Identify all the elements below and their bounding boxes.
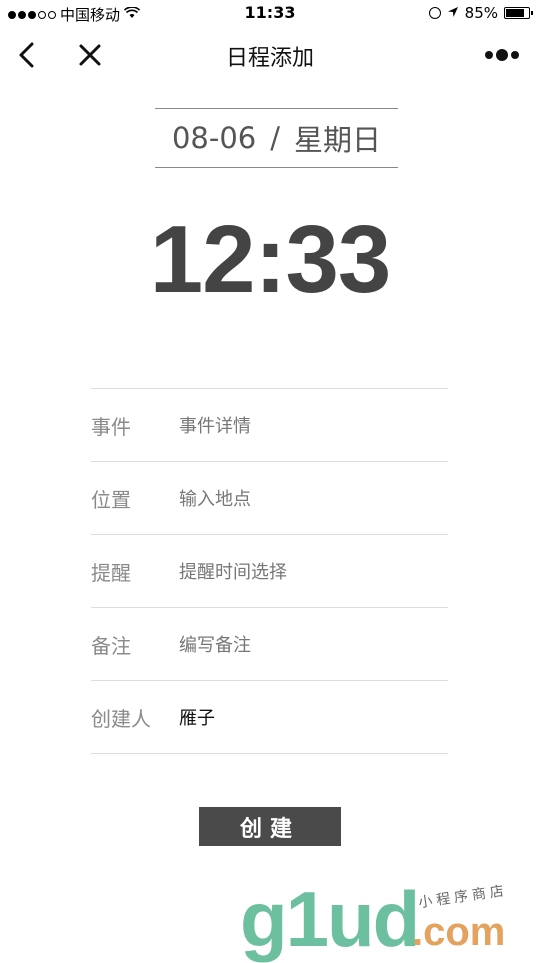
rotation-lock-icon — [428, 7, 441, 19]
event-label: 事件 — [91, 414, 131, 439]
creator-value: 雁子 — [179, 708, 215, 729]
form-row-location[interactable]: 位置 输入地点 — [91, 462, 448, 535]
more-icon[interactable] — [484, 43, 520, 67]
form-row-event[interactable]: 事件 事件详情 — [91, 389, 448, 462]
watermark: g1ud 小程序商店 .com — [240, 880, 540, 960]
form-row-creator: 创建人 雁子 — [91, 681, 448, 754]
date-display[interactable]: 08-06 / 星期日 — [155, 108, 398, 168]
note-label: 备注 — [91, 633, 131, 658]
time-display[interactable]: 12:33 — [0, 205, 540, 315]
note-input[interactable]: 编写备注 — [179, 631, 251, 657]
watermark-subtitle: 小程序商店 — [417, 882, 509, 912]
date-weekday: 星期日 — [294, 123, 382, 157]
date-separator: / — [270, 121, 281, 155]
location-arrow-icon — [447, 4, 459, 22]
schedule-form: 事件 事件详情 位置 输入地点 提醒 提醒时间选择 备注 编写备注 创建人 雁子 — [91, 388, 448, 754]
form-row-reminder[interactable]: 提醒 提醒时间选择 — [91, 535, 448, 608]
watermark-logo: g1ud — [240, 875, 420, 963]
battery-percent: 85% — [464, 4, 498, 22]
status-right: 85% — [428, 4, 533, 22]
watermark-domain: .com — [412, 910, 506, 954]
battery-icon — [504, 7, 533, 19]
nav-bar: 日程添加 — [0, 30, 540, 80]
status-bar: 中国移动 11:33 85% — [0, 0, 540, 28]
reminder-label: 提醒 — [91, 560, 131, 585]
page-title: 日程添加 — [225, 46, 314, 71]
location-input[interactable]: 输入地点 — [179, 485, 251, 511]
form-row-note[interactable]: 备注 编写备注 — [91, 608, 448, 681]
event-input[interactable]: 事件详情 — [179, 412, 251, 438]
location-label: 位置 — [91, 487, 131, 512]
create-button[interactable]: 创建 — [199, 807, 341, 846]
creator-label: 创建人 — [91, 706, 151, 731]
date-day: 08-06 — [171, 121, 257, 155]
reminder-picker[interactable]: 提醒时间选择 — [179, 558, 287, 584]
